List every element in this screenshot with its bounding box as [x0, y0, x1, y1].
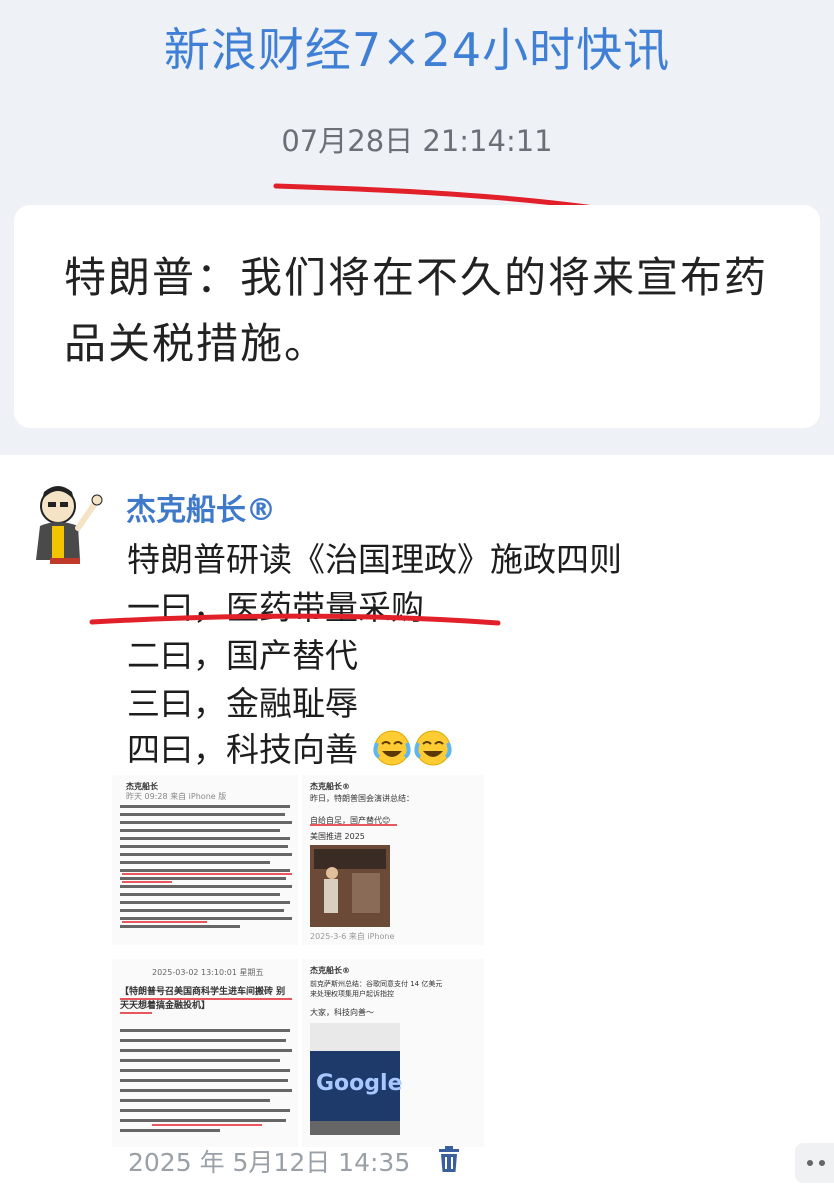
post-line-4: 三曰，金融耻辱 [127, 684, 358, 723]
face-with-tears-of-joy-icon [372, 730, 452, 765]
post-line-3: 二曰，国产替代 [127, 636, 358, 675]
news-header-area: 新浪财经7×24小时快讯 07月28日 21:14:11 特朗普：我们将在不久的… [0, 0, 834, 455]
avatar[interactable] [22, 480, 108, 566]
google-logo: Google [316, 1071, 403, 1096]
more-dot-icon [819, 1160, 825, 1166]
author-name[interactable]: 杰克船长® [126, 485, 276, 529]
social-post: 杰克船长® 特朗普研读《治国理政》施政四则 一曰，医药带量采购 二曰，国产替代 … [0, 455, 834, 1200]
more-dot-icon [807, 1160, 813, 1166]
grid-image-3[interactable]: 2025-03-02 13:10:01 星期五 【特朗普号召美国商科学生进车间搬… [112, 959, 298, 1147]
news-text: 特朗普：我们将在不久的将来宣布药品关税措施。 [64, 253, 769, 368]
img4-photo [310, 1023, 400, 1135]
post-line-2: 一曰，医药带量采购 [127, 588, 424, 627]
img3-text-lines [120, 998, 292, 1132]
grid-image-4[interactable]: 杰克船长® 前克萨斯州总结：谷歌同意支付 14 亿美元 来处理权项集用户起诉指控… [302, 959, 484, 1147]
image-grid[interactable]: 杰克船长 昨天 09:28 来自 iPhone 版 杰克船长® 昨日，特朗普国会… [112, 775, 484, 1147]
grid-image-1[interactable]: 杰克船长 昨天 09:28 来自 iPhone 版 [112, 775, 298, 945]
post-line-5-text: 四曰，科技向善 [127, 730, 358, 769]
trash-icon[interactable] [437, 1145, 461, 1173]
post-line-1: 特朗普研读《治国理政》施政四则 [127, 540, 622, 579]
more-options-button[interactable] [795, 1143, 834, 1183]
post-line-5: 四曰，科技向善 [127, 723, 453, 775]
news-card[interactable]: 特朗普：我们将在不久的将来宣布药品关税措施。 [14, 205, 820, 428]
img2-foot: 2025-3-6 来自 iPhone [310, 932, 395, 941]
grid-image-2[interactable]: 杰克船长® 昨日，特朗普国会演讲总结： 自给自足，国产替代😊 美国推进 2025… [302, 775, 484, 945]
img1-text-lines [120, 805, 292, 928]
img2-photo [310, 824, 397, 927]
emoji-group [372, 729, 453, 775]
post-timestamp: 2025 年 5月12日 14:35 [128, 1148, 411, 1177]
